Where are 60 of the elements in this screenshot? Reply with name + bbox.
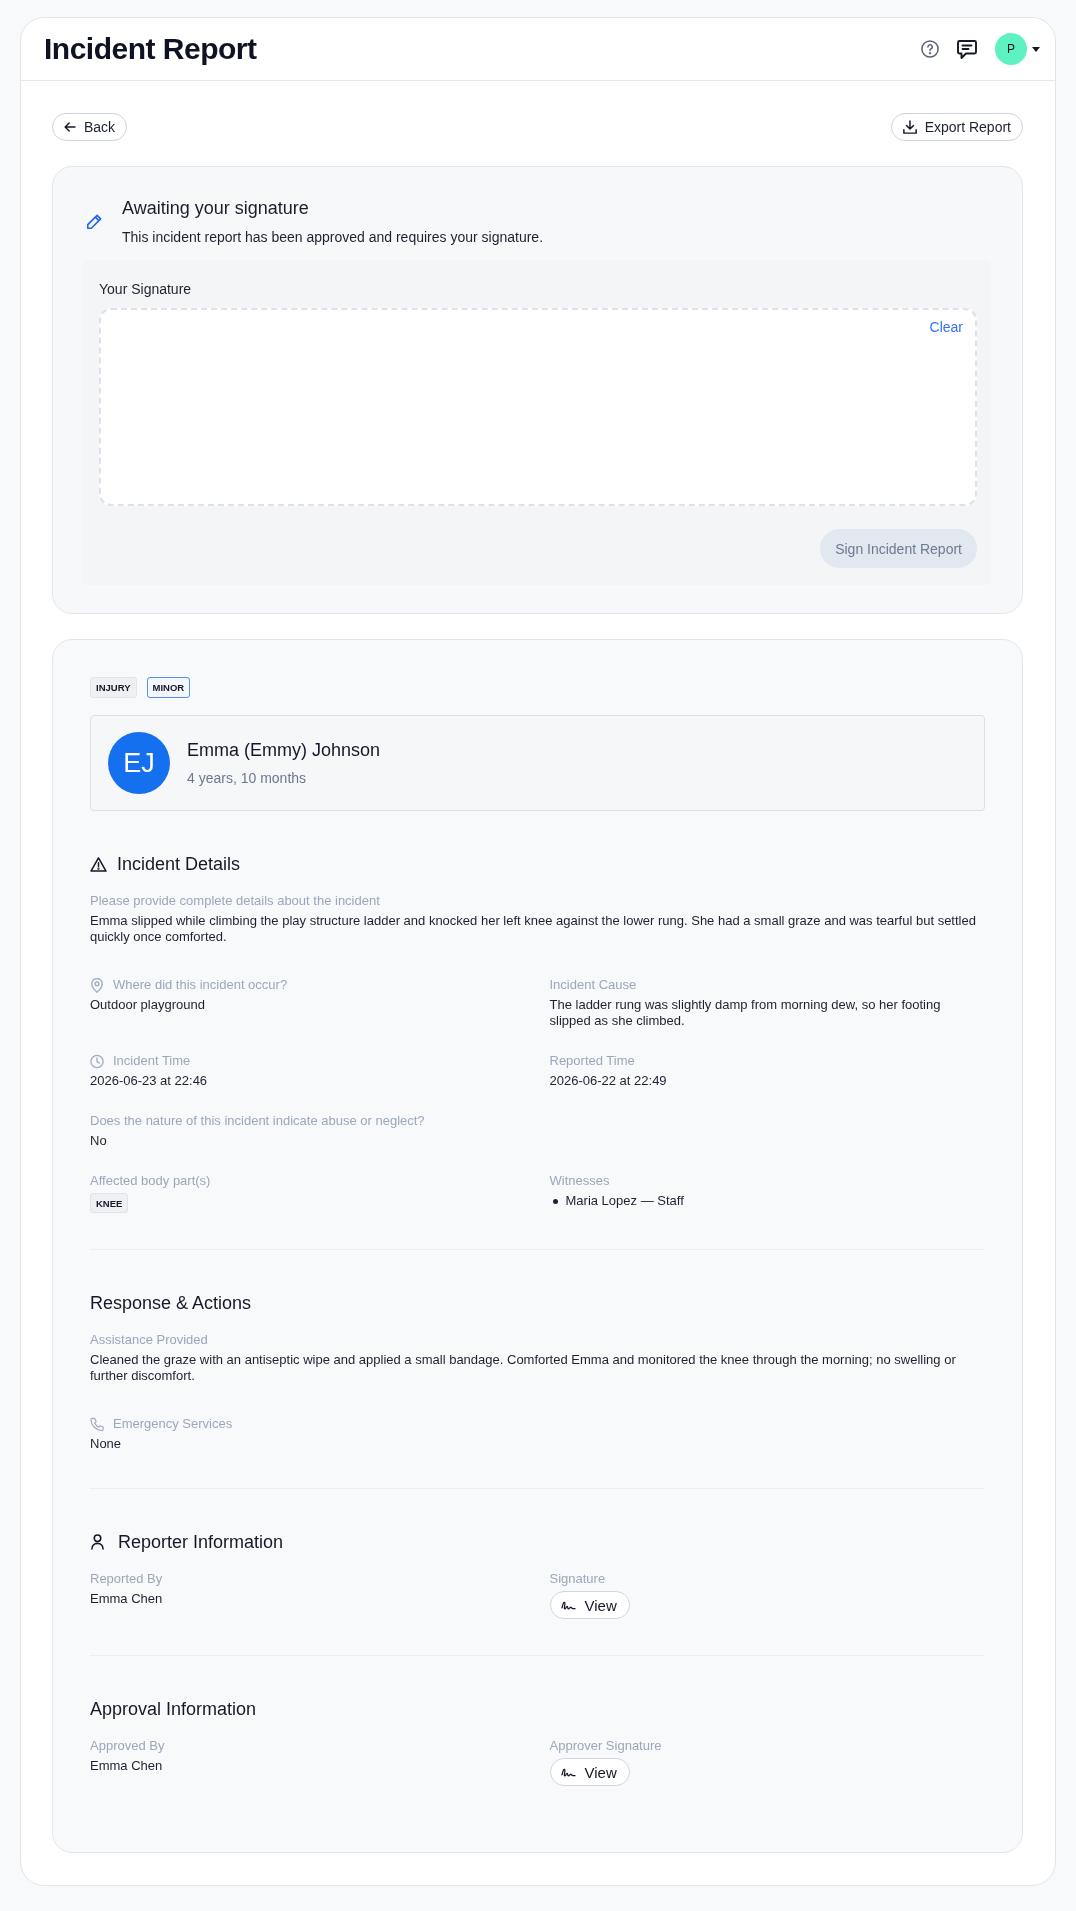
field-label: Where did this incident occur? bbox=[113, 977, 288, 993]
location-pin-icon bbox=[90, 977, 104, 993]
signature-pad[interactable]: Clear bbox=[99, 308, 977, 506]
warning-icon bbox=[90, 856, 107, 872]
field-label: Incident Cause bbox=[549, 977, 637, 993]
signature-icon bbox=[560, 1767, 576, 1777]
section-heading: Response & Actions bbox=[90, 1292, 252, 1314]
download-icon bbox=[902, 120, 917, 134]
field-value: Emma Chen bbox=[90, 1758, 164, 1774]
user-avatar[interactable]: P bbox=[995, 33, 1027, 65]
field-value: Cleaned the graze with an antiseptic wipe and applied a small bandage. Comforted Emma and monitored the knee through the morning; no swelling or further discomfort. bbox=[90, 1352, 957, 1384]
clock-icon bbox=[90, 1053, 104, 1069]
child-name: Emma (Emmy) Johnson bbox=[187, 739, 381, 761]
clear-link[interactable]: Clear bbox=[929, 318, 963, 336]
field-value: 2026-06-22 at 22:49 bbox=[549, 1073, 668, 1089]
field-value: Emma Chen bbox=[90, 1591, 164, 1607]
field-label: Signature bbox=[549, 1571, 606, 1587]
section-heading: Approval Information bbox=[90, 1698, 257, 1720]
field-value: Outdoor playground bbox=[90, 997, 206, 1013]
body-part-tag: KNEE bbox=[90, 1193, 129, 1213]
prompt-title: Awaiting your signature bbox=[122, 197, 310, 219]
field-label: Witnesses bbox=[549, 1173, 610, 1189]
category-tag: INJURY bbox=[90, 677, 137, 698]
field-label: Incident Time bbox=[113, 1053, 191, 1069]
signature-icon bbox=[560, 1600, 576, 1610]
help-icon[interactable] bbox=[921, 40, 939, 58]
child-age: 4 years, 10 months bbox=[187, 769, 308, 787]
back-button[interactable]: Back bbox=[52, 113, 128, 141]
person-icon bbox=[91, 1534, 104, 1550]
field-label: Reported By bbox=[90, 1571, 163, 1587]
export-report-button[interactable]: Export Report bbox=[890, 113, 1023, 141]
field-label: Assistance Provided bbox=[90, 1332, 208, 1348]
field-value: The ladder rung was slightly damp from morning dew, so her footing slipped as she climbed. bbox=[549, 997, 942, 1029]
field-label: Emergency Services bbox=[113, 1416, 233, 1432]
chat-icon[interactable] bbox=[957, 39, 977, 59]
arrow-left-icon bbox=[64, 122, 76, 132]
field-label: Approver Signature bbox=[549, 1738, 662, 1754]
severity-tag: MINOR bbox=[146, 677, 191, 698]
prompt-message: This incident report has been approved and requires your signature. bbox=[122, 228, 544, 246]
bullet-icon bbox=[552, 1198, 558, 1204]
page-title: Incident Report bbox=[44, 31, 257, 67]
phone-icon bbox=[90, 1416, 104, 1432]
field-label: Reported Time bbox=[549, 1053, 635, 1069]
section-heading: Incident Details bbox=[117, 853, 241, 875]
view-signature-button[interactable]: View bbox=[549, 1758, 630, 1786]
field-label: Affected body part(s) bbox=[90, 1173, 211, 1189]
section-heading: Reporter Information bbox=[118, 1531, 284, 1553]
field-label: Does the nature of this incident indicate abuse or neglect? bbox=[90, 1113, 425, 1129]
list-item-text: Maria Lopez — Staff bbox=[565, 1193, 684, 1209]
field-value: Emma slipped while climbing the play structure ladder and knocked her left knee against the lower rung. She had a small graze and was tearful but settled quickly once comforted. bbox=[90, 913, 977, 945]
caret-down-icon[interactable] bbox=[1032, 46, 1040, 52]
field-value: 2026-06-23 at 22:46 bbox=[90, 1073, 209, 1089]
field-label: Approved By bbox=[90, 1738, 165, 1754]
field-value: None bbox=[90, 1436, 123, 1452]
child-avatar: EJ bbox=[108, 732, 170, 794]
view-signature-button[interactable]: View bbox=[549, 1591, 630, 1619]
field-value: No bbox=[90, 1133, 108, 1149]
field-label: Please provide complete details about the incident bbox=[90, 893, 380, 909]
pencil-icon bbox=[86, 213, 102, 230]
field-label: Your Signature bbox=[99, 280, 193, 298]
